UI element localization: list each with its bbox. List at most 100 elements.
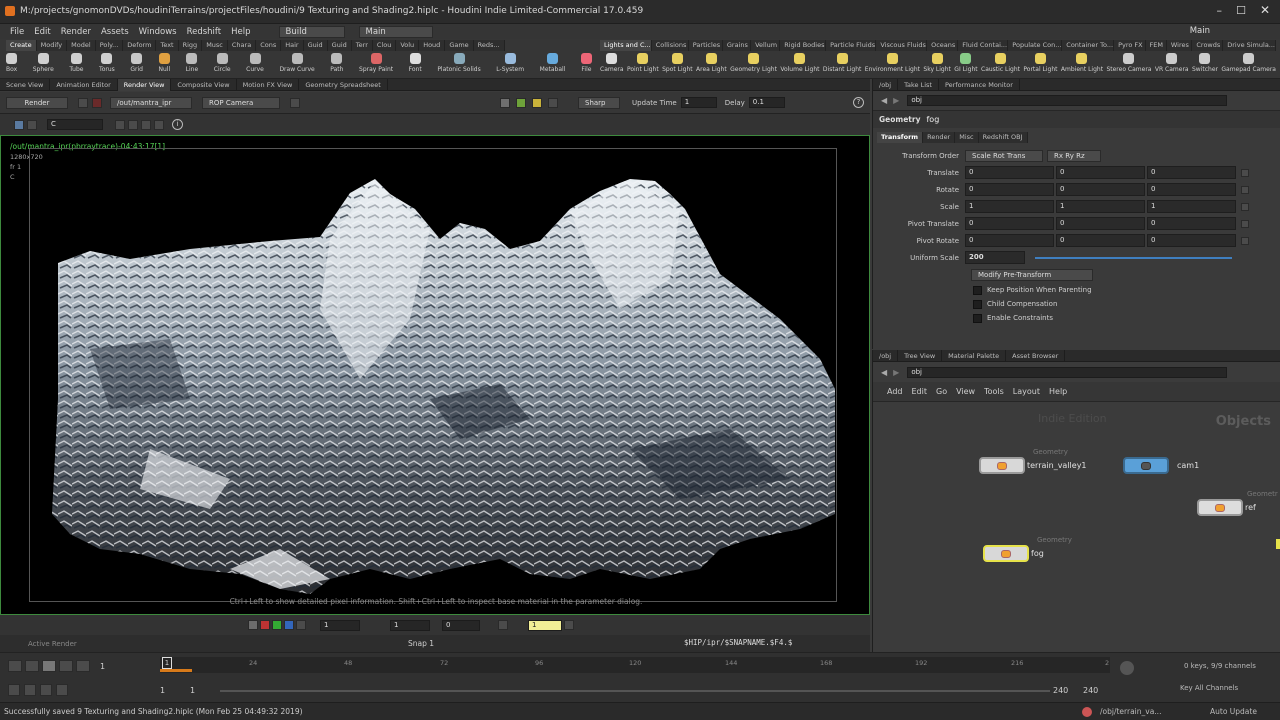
shelf-tab-houd[interactable]: Houd: [419, 40, 446, 51]
tab-performance-monitor[interactable]: Performance Monitor: [939, 78, 1020, 91]
net-back-arrow-icon[interactable]: ◀: [881, 368, 887, 377]
menu-edit[interactable]: Edit: [34, 27, 50, 37]
node-terrain-valley1[interactable]: Geometry terrain_valley1: [979, 448, 1087, 474]
node-name-field[interactable]: fog: [926, 115, 939, 124]
tool-metaball[interactable]: Metaball: [540, 53, 565, 73]
subtab-misc[interactable]: Misc: [955, 131, 979, 143]
shelf-tab-cons[interactable]: Cons: [256, 40, 282, 51]
menu-help[interactable]: Help: [231, 27, 250, 37]
shelf-tab-fem[interactable]: FEM: [1145, 40, 1167, 51]
key-all-channels-button[interactable]: Key All Channels: [1180, 684, 1238, 692]
key-icon[interactable]: [1120, 661, 1134, 675]
shelf-tab-rigid-bodies[interactable]: Rigid Bodies: [780, 40, 827, 51]
tool-volume-light[interactable]: Volume Light: [780, 53, 820, 73]
tab-material-palette[interactable]: Material Palette: [942, 350, 1007, 362]
shelf-tab-clou[interactable]: Clou: [372, 40, 397, 51]
net-forward-arrow-icon[interactable]: ▶: [893, 368, 899, 377]
blue-channel-icon[interactable]: [284, 620, 294, 630]
shelf-tab-particle-fluids[interactable]: Particle Fluids: [826, 40, 877, 51]
shelf-tab-hair[interactable]: Hair: [281, 40, 304, 51]
timeline-playhead[interactable]: 1: [162, 657, 172, 669]
net-menu-view[interactable]: View: [956, 387, 975, 396]
delay-field[interactable]: 0.1: [748, 97, 785, 108]
view-mode-icon[interactable]: [14, 119, 24, 130]
tool-torus[interactable]: Torus: [99, 53, 115, 73]
network-path-field[interactable]: obj: [907, 366, 1228, 378]
menu-redshift[interactable]: Redshift: [187, 27, 222, 37]
shelf-tab-collisions[interactable]: Collisions: [651, 40, 689, 51]
quality-dropdown[interactable]: Sharp: [578, 96, 620, 109]
range-start-field[interactable]: 1: [160, 686, 165, 695]
red-channel-icon[interactable]: [260, 620, 270, 630]
shelf-tab-text[interactable]: Text: [156, 40, 179, 51]
param-field-y[interactable]: 0: [1056, 217, 1145, 230]
tool-box[interactable]: Box: [6, 53, 17, 73]
shelf-tab-volu[interactable]: Volu: [396, 40, 420, 51]
subtab-transform[interactable]: Transform: [877, 131, 924, 143]
play-reverse-icon[interactable]: [25, 660, 39, 672]
param-field-x[interactable]: 0: [965, 234, 1054, 247]
forward-arrow-icon[interactable]: ▶: [893, 96, 899, 105]
snapshot-icon[interactable]: [290, 97, 300, 108]
stop-playback-icon[interactable]: [42, 660, 56, 672]
gamma-field[interactable]: 1: [320, 619, 360, 631]
tab-take-list[interactable]: Take List: [898, 78, 939, 91]
tool-ambient-light[interactable]: Ambient Light: [1061, 53, 1103, 73]
channel-dropdown[interactable]: C: [47, 119, 103, 130]
play-icon[interactable]: [59, 660, 73, 672]
realtime-icon[interactable]: [8, 684, 20, 696]
shelf-tab-particles[interactable]: Particles: [688, 40, 723, 51]
tab-motion-fx-view[interactable]: Motion FX View: [237, 78, 300, 91]
tool-spray-paint[interactable]: Spray Paint: [359, 53, 393, 73]
param-field-y[interactable]: 0: [1056, 234, 1145, 247]
desktop-build-dropdown[interactable]: Build: [278, 25, 345, 38]
param-field-z[interactable]: 0: [1147, 166, 1236, 179]
output-driver-dropdown[interactable]: /out/mantra_ipr: [110, 96, 192, 109]
net-menu-edit[interactable]: Edit: [912, 387, 928, 396]
tool-c-icon[interactable]: [141, 119, 151, 130]
tool-sky-light[interactable]: Sky Light: [923, 53, 951, 73]
range-slider[interactable]: [220, 690, 1050, 692]
color-field[interactable]: 1: [528, 619, 562, 631]
param-field-x[interactable]: 0: [965, 217, 1054, 230]
tab-obj[interactable]: /obj: [873, 78, 899, 91]
shelf-tab-reds[interactable]: Reds...: [473, 40, 505, 51]
alert-icon[interactable]: [1082, 707, 1092, 717]
tool-path[interactable]: Path: [330, 53, 343, 73]
tab-scene-view[interactable]: Scene View: [0, 78, 51, 91]
tool-line[interactable]: Line: [186, 53, 198, 73]
tab-net-obj[interactable]: /obj: [873, 350, 899, 362]
shelf-tab-fluid-contai[interactable]: Fluid Contai...: [958, 40, 1009, 51]
region-icon[interactable]: [500, 97, 510, 108]
child-compensation-checkbox[interactable]: [973, 299, 982, 309]
shelf-tab-pyro-fx[interactable]: Pyro FX: [1114, 40, 1146, 51]
shelf-tab-poly[interactable]: Poly...: [95, 40, 124, 51]
shelf-tab-chara[interactable]: Chara: [227, 40, 257, 51]
tool-gamepad-camera[interactable]: Gamepad Camera: [1221, 53, 1276, 73]
tab-render-view[interactable]: Render View: [117, 78, 172, 91]
net-menu-go[interactable]: Go: [936, 387, 947, 396]
jump-end-icon[interactable]: [76, 660, 90, 672]
tab-animation-editor[interactable]: Animation Editor: [50, 78, 118, 91]
offset-field[interactable]: 0: [442, 619, 480, 631]
tool-geometry-light[interactable]: Geometry Light: [730, 53, 777, 73]
desktop-main-dropdown[interactable]: Main: [358, 25, 433, 38]
tool-grid[interactable]: Grid: [130, 53, 143, 73]
param-field-z[interactable]: 0: [1147, 183, 1236, 196]
settings-icon[interactable]: [56, 684, 68, 696]
shelf-tab-container-to[interactable]: Container To...: [1062, 40, 1115, 51]
back-arrow-icon[interactable]: ◀: [881, 96, 887, 105]
param-field-y[interactable]: 0: [1056, 183, 1145, 196]
light-icon[interactable]: [532, 97, 542, 108]
tool-caustic-light[interactable]: Caustic Light: [981, 53, 1020, 73]
right-main-label[interactable]: Main: [1190, 26, 1210, 36]
tool-point-light[interactable]: Point Light: [627, 53, 659, 73]
maximize-icon[interactable]: ☐: [1236, 4, 1246, 17]
enable-constraints-checkbox[interactable]: [973, 313, 982, 323]
close-icon[interactable]: ✕: [1260, 3, 1270, 17]
shelf-tab-model[interactable]: Model: [67, 40, 96, 51]
tool-environment-light[interactable]: Environment Light: [865, 53, 920, 73]
node-fog[interactable]: Geometry fog: [983, 536, 1072, 562]
tool-draw-curve[interactable]: Draw Curve: [279, 53, 315, 73]
keyframe-icon[interactable]: [1241, 219, 1249, 228]
